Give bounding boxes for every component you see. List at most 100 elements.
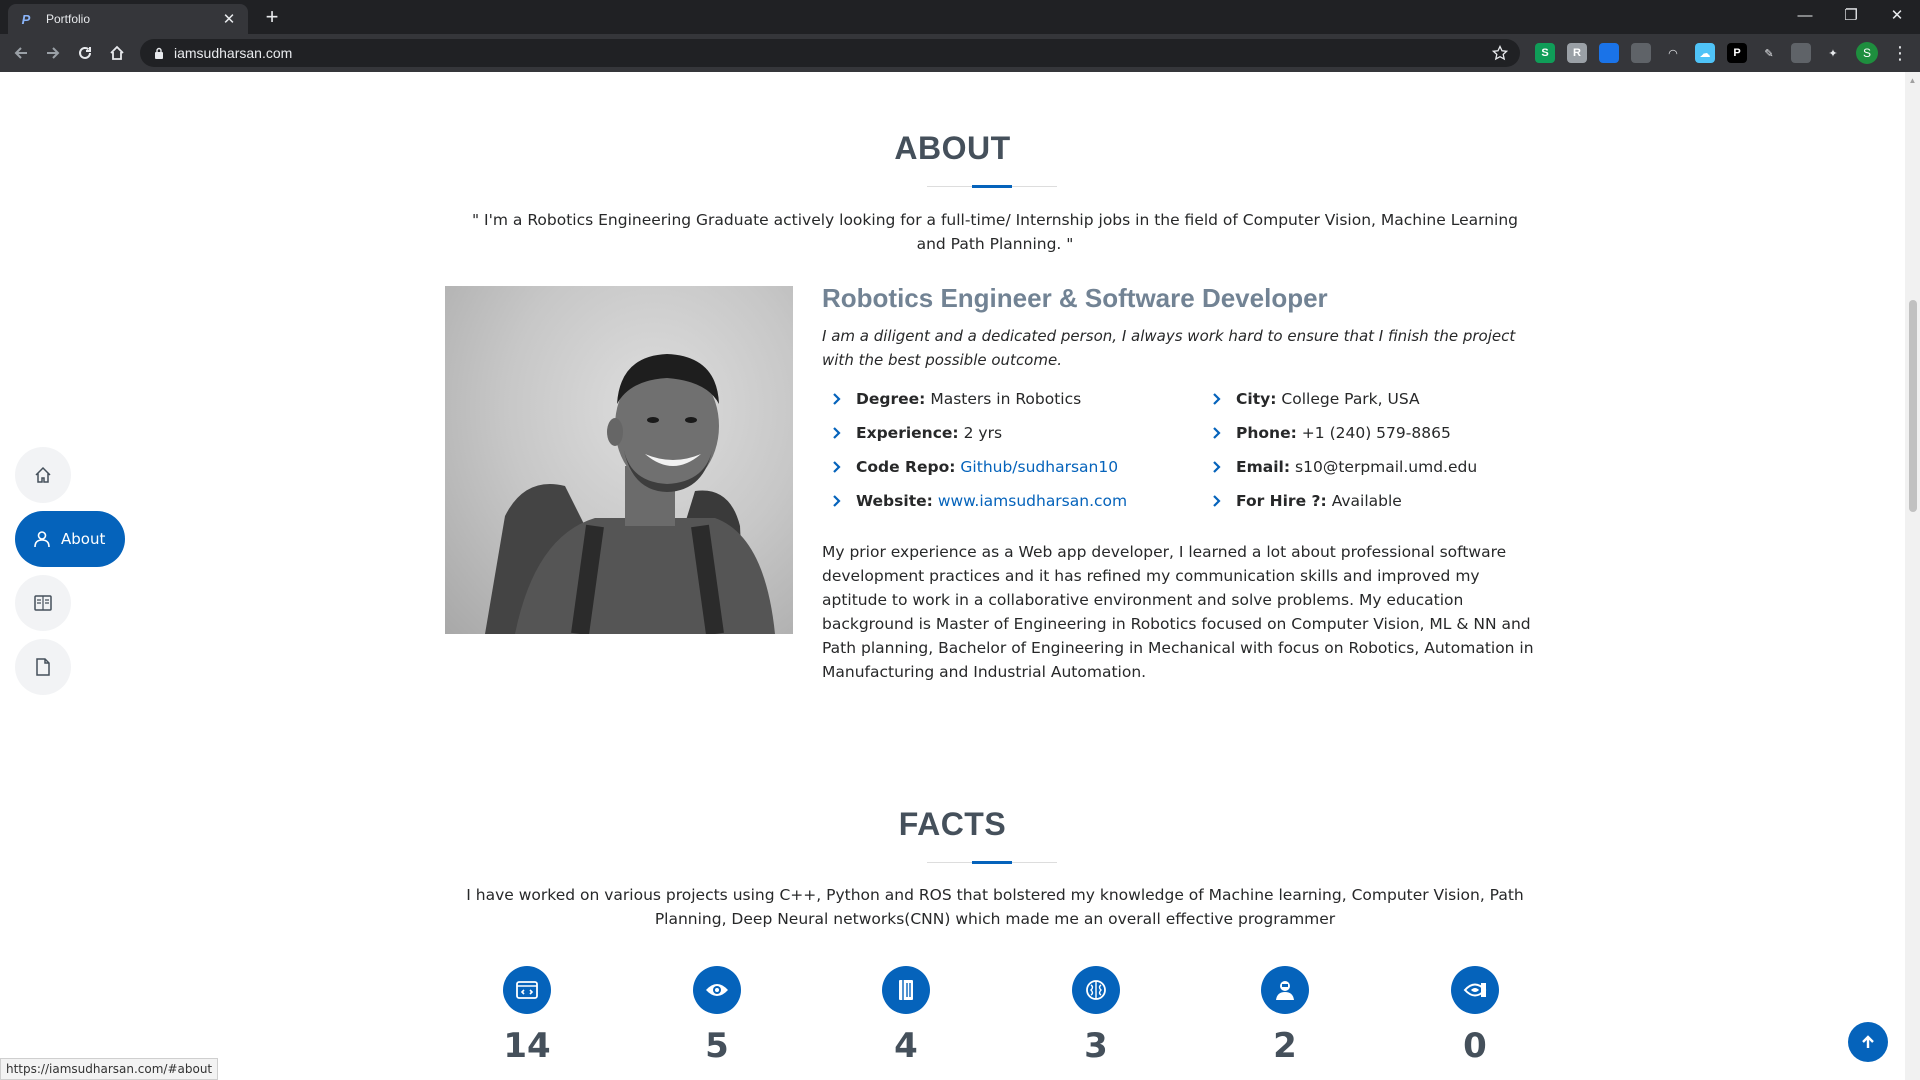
- nav-home-button[interactable]: [15, 447, 71, 503]
- fact-number: 3: [1084, 1026, 1108, 1066]
- home-icon: [35, 466, 51, 483]
- info-degree: Degree: Masters in Robotics: [830, 390, 1081, 408]
- fact-number: 14: [503, 1026, 551, 1066]
- fact-number: 0: [1463, 1026, 1487, 1066]
- info-experience: Experience: 2 yrs: [830, 424, 1002, 442]
- info-value: Available: [1331, 492, 1402, 510]
- extension-icon[interactable]: ◠: [1663, 43, 1683, 63]
- chevron-right-icon: [1213, 461, 1221, 473]
- profile-avatar[interactable]: S: [1856, 42, 1878, 64]
- profile-photo: [445, 286, 793, 634]
- facts-description: I have worked on various projects using …: [466, 886, 1524, 928]
- nav-about-label: About: [61, 530, 106, 548]
- info-label: Email:: [1236, 458, 1291, 476]
- nav-portfolio-button[interactable]: [15, 639, 71, 695]
- extension-icon[interactable]: R: [1567, 43, 1587, 63]
- forward-button[interactable]: [38, 38, 68, 68]
- info-value: s10@terpmail.umd.edu: [1295, 458, 1478, 476]
- tagline: I am a diligent and a dedicated person, …: [822, 327, 1516, 369]
- info-label: For Hire ?:: [1236, 492, 1327, 510]
- about-body-text: My prior experience as a Web app develop…: [822, 543, 1534, 681]
- chevron-right-icon: [833, 495, 841, 507]
- puzzle-icon[interactable]: ✦: [1823, 43, 1843, 63]
- extension-icon[interactable]: S: [1535, 43, 1555, 63]
- chevron-right-icon: [833, 393, 841, 405]
- minimize-button[interactable]: —: [1782, 0, 1828, 30]
- extension-icon[interactable]: [1599, 43, 1619, 63]
- back-arrow-icon: [14, 47, 27, 59]
- github-link[interactable]: Github/sudharsan10: [960, 458, 1118, 476]
- info-label: Website:: [856, 492, 933, 510]
- lock-icon: [155, 47, 163, 59]
- home-button[interactable]: [102, 38, 132, 68]
- reload-button[interactable]: [70, 38, 100, 68]
- close-window-button[interactable]: ✕: [1874, 0, 1920, 30]
- eye-icon: [693, 966, 741, 1014]
- chevron-right-icon: [833, 427, 841, 439]
- nav-resume-button[interactable]: [15, 575, 71, 631]
- website-link[interactable]: www.iamsudharsan.com: [938, 492, 1127, 510]
- arrow-up-icon: [1862, 1035, 1874, 1048]
- info-label: Degree:: [856, 390, 926, 408]
- info-email: Email: s10@terpmail.umd.edu: [1210, 458, 1477, 476]
- role-title: Robotics Engineer & Software Developer: [822, 283, 1328, 313]
- browser-tab[interactable]: P Portfolio ✕: [8, 4, 248, 34]
- about-section-title: ABOUT: [894, 130, 1011, 166]
- chevron-right-icon: [1213, 393, 1221, 405]
- back-to-top-button[interactable]: [1848, 1022, 1888, 1062]
- extension-icon[interactable]: [1631, 43, 1651, 63]
- info-value: Masters in Robotics: [930, 390, 1082, 408]
- book-icon: [34, 595, 52, 611]
- nvidia-icon: [1451, 966, 1499, 1014]
- chevron-right-icon: [1213, 427, 1221, 439]
- extension-icon[interactable]: P: [1727, 43, 1747, 63]
- reload-icon: [79, 46, 91, 59]
- fact-number: 4: [894, 1026, 918, 1066]
- profile-photo-image: [485, 354, 775, 634]
- back-button[interactable]: [6, 38, 36, 68]
- info-label: City:: [1236, 390, 1277, 408]
- browser-tab-strip: P Portfolio ✕ + — ❐ ✕: [0, 0, 1920, 34]
- tab-title: Portfolio: [46, 12, 91, 26]
- notebook-icon: [882, 966, 930, 1014]
- extension-icon[interactable]: ☁: [1695, 43, 1715, 63]
- tab-close-icon[interactable]: ✕: [220, 10, 238, 28]
- fact-number: 5: [705, 1026, 729, 1066]
- scroll-thumb[interactable]: [1909, 300, 1917, 512]
- portfolio-favicon-icon: P: [21, 11, 31, 27]
- robot-user-icon: [1261, 966, 1309, 1014]
- info-code-repo: Code Repo: Github/sudharsan10: [830, 458, 1118, 476]
- page-scrollbar[interactable]: ▲: [1905, 72, 1920, 1080]
- chevron-right-icon: [1213, 495, 1221, 507]
- new-tab-button[interactable]: +: [260, 6, 284, 30]
- extension-icon[interactable]: [1791, 43, 1811, 63]
- scroll-up-icon[interactable]: ▲: [1908, 76, 1917, 85]
- nav-about-button[interactable]: About: [15, 511, 125, 567]
- facts-section-title: FACTS: [898, 806, 1007, 842]
- info-label: Code Repo:: [856, 458, 956, 476]
- info-phone: Phone: +1 (240) 579-8865: [1210, 424, 1451, 442]
- forward-arrow-icon: [47, 47, 60, 59]
- bookmark-star-icon[interactable]: [1492, 45, 1508, 61]
- home-icon: [110, 45, 124, 60]
- extension-icon[interactable]: ✎: [1759, 43, 1779, 63]
- info-value: College Park, USA: [1281, 390, 1420, 408]
- url-text: iamsudharsan.com: [174, 45, 293, 61]
- info-city: City: College Park, USA: [1210, 390, 1420, 408]
- about-quote: " I'm a Robotics Engineering Graduate ac…: [471, 211, 1518, 253]
- info-website: Website: www.iamsudharsan.com: [830, 492, 1127, 510]
- browser-menu-icon[interactable]: ⋮: [1890, 42, 1910, 64]
- fact-number: 2: [1273, 1026, 1297, 1066]
- info-value: +1 (240) 579-8865: [1301, 424, 1451, 442]
- info-label: Experience:: [856, 424, 959, 442]
- title-divider-accent: [972, 185, 1012, 188]
- info-value: 2 yrs: [963, 424, 1003, 442]
- file-icon: [36, 658, 50, 676]
- address-bar[interactable]: iamsudharsan.com: [140, 39, 1520, 67]
- info-for-hire: For Hire ?: Available: [1210, 492, 1402, 510]
- browser-toolbar: iamsudharsan.com S R ◠ ☁ P ✎ ✦: [0, 34, 1920, 72]
- link-status-bar: https://iamsudharsan.com/#about: [0, 1058, 219, 1080]
- brain-icon: [1072, 966, 1120, 1014]
- info-label: Phone:: [1236, 424, 1297, 442]
- restore-button[interactable]: ❐: [1828, 0, 1874, 30]
